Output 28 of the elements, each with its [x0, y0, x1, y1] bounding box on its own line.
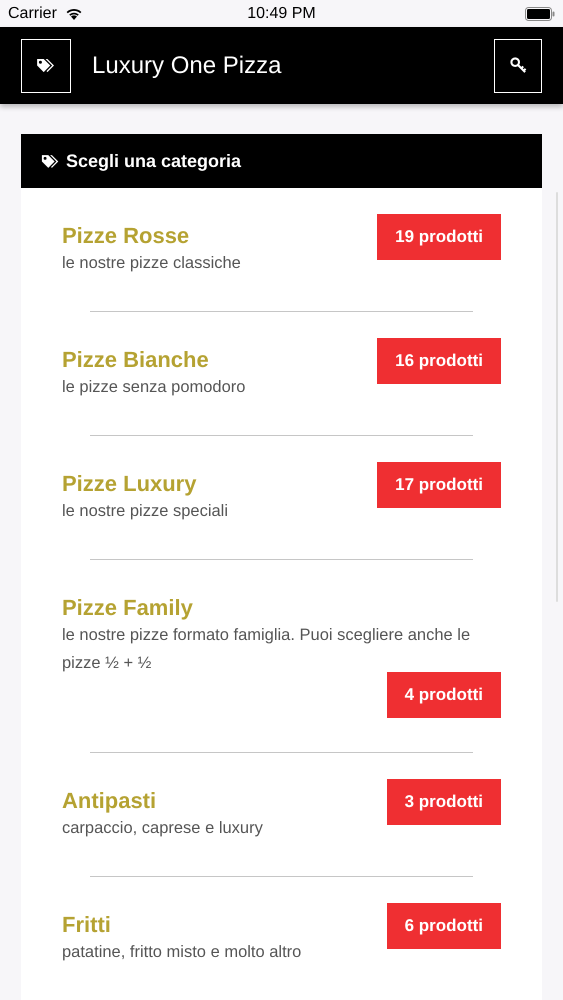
category-name[interactable]: Pizze Bianche	[62, 347, 246, 373]
product-count-button[interactable]: 17 prodotti	[377, 462, 501, 508]
product-count-button[interactable]: 16 prodotti	[377, 338, 501, 384]
category-name[interactable]: Pizze Luxury	[62, 471, 228, 497]
category-name[interactable]: Pizze Family	[62, 595, 501, 621]
app-title: Luxury One Pizza	[92, 52, 282, 80]
tags-icon	[36, 58, 56, 73]
carrier-name: Carrier	[8, 4, 57, 22]
product-count-button[interactable]: 4 prodotti	[386, 672, 501, 718]
key-button[interactable]	[494, 38, 542, 92]
product-count-button[interactable]: 3 prodotti	[386, 779, 501, 825]
battery-icon	[525, 6, 555, 20]
tags-button[interactable]	[21, 38, 71, 92]
status-time: 10:49 PM	[247, 4, 316, 22]
product-count-button[interactable]: 19 prodotti	[377, 214, 501, 260]
tags-icon	[41, 154, 61, 168]
key-icon	[510, 57, 526, 74]
category-name[interactable]: Fritti	[62, 912, 302, 938]
category-description: carpaccio, caprese e luxury	[62, 818, 263, 839]
category-description: le nostre pizze formato famiglia. Puoi scegliere anche le pizze ½ + ½	[62, 625, 472, 674]
category-description: le nostre pizze classiche	[62, 253, 241, 274]
category-name[interactable]: Antipasti	[62, 788, 263, 814]
product-count-button[interactable]: 6 prodotti	[386, 903, 501, 949]
category-description: patatine, fritto misto e molto altro	[62, 942, 302, 963]
category-description: le nostre pizze speciali	[62, 501, 228, 522]
category-name[interactable]: Pizze Rosse	[62, 223, 241, 249]
panel-title: Scegli una categoria	[66, 150, 242, 172]
category-description: le pizze senza pomodoro	[62, 377, 246, 398]
